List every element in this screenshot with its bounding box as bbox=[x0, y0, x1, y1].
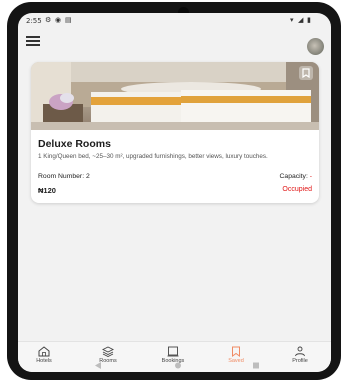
notification-status-icon: ▤ bbox=[65, 17, 72, 24]
room-number: Room Number: 2 bbox=[38, 173, 90, 180]
status-bar: 2:55 ⚙ ◉ ▤ ▾ ◢ ▮ bbox=[18, 13, 331, 31]
bookmark-glyph bbox=[302, 68, 310, 79]
wifi-icon: ▾ bbox=[290, 17, 294, 24]
room-status-badge: Occupied bbox=[282, 186, 312, 193]
room-photo-illustration bbox=[31, 62, 319, 130]
capacity-value: - bbox=[309, 173, 312, 180]
profile-icon bbox=[295, 346, 305, 357]
location-status-icon: ◉ bbox=[55, 17, 62, 24]
menu-line bbox=[26, 40, 40, 42]
system-nav-buttons bbox=[95, 362, 259, 369]
capacity-label: Capacity: bbox=[279, 173, 308, 180]
room-title: Deluxe Rooms bbox=[38, 138, 111, 150]
system-navigation-bar bbox=[18, 359, 331, 372]
room-photo bbox=[31, 62, 319, 130]
battery-icon: ▮ bbox=[307, 17, 311, 24]
room-card[interactable]: Deluxe Rooms 1 King/Queen bed, ~25–30 m²… bbox=[31, 62, 319, 203]
menu-button[interactable] bbox=[26, 36, 40, 46]
status-time: 2:55 bbox=[26, 17, 42, 25]
room-price: ₦120 bbox=[38, 186, 56, 195]
menu-line bbox=[26, 44, 40, 46]
layers-icon bbox=[102, 346, 114, 357]
bookings-icon bbox=[167, 346, 179, 357]
user-avatar[interactable] bbox=[307, 38, 324, 55]
back-nav-icon[interactable] bbox=[95, 362, 101, 369]
app-screen: 2:55 ⚙ ◉ ▤ ▾ ◢ ▮ Deluxe Rooms 1 King/Que… bbox=[18, 13, 331, 372]
home-icon bbox=[38, 346, 50, 357]
room-capacity: Capacity: - bbox=[280, 173, 313, 180]
room-description: 1 King/Queen bed, ~25–30 m², upgraded fu… bbox=[38, 153, 268, 160]
recents-nav-icon[interactable] bbox=[253, 362, 259, 369]
settings-status-icon: ⚙ bbox=[45, 17, 52, 24]
menu-line bbox=[26, 36, 40, 38]
bookmark-icon bbox=[232, 346, 240, 357]
home-nav-icon[interactable] bbox=[175, 362, 181, 369]
signal-icon: ◢ bbox=[298, 17, 304, 24]
bookmark-icon[interactable] bbox=[299, 66, 313, 80]
